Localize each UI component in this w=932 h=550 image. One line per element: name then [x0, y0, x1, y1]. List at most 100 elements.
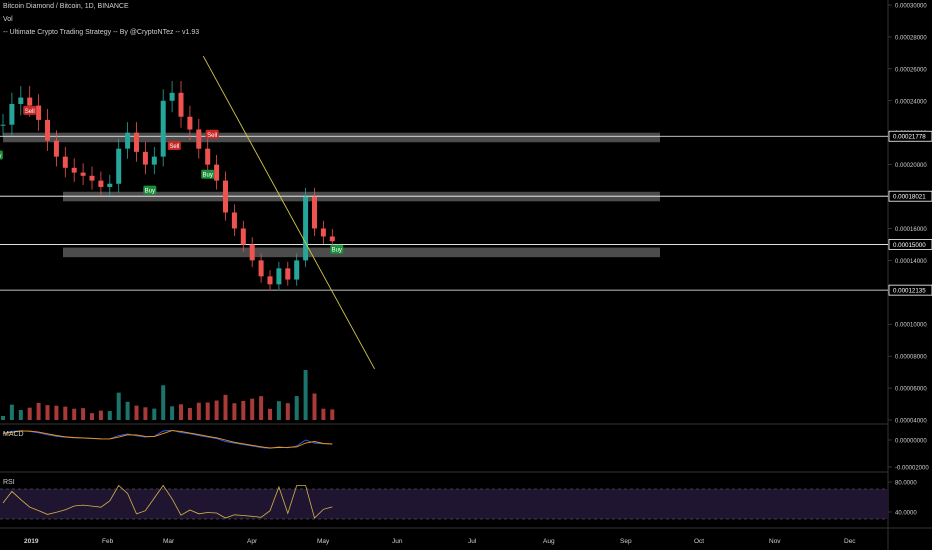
time-tick-label: Sep: [620, 538, 632, 545]
volume-bar: [303, 370, 308, 420]
candle-body: [71, 167, 77, 173]
price-tag-label: 0.00018021: [893, 194, 926, 201]
candle-body: [18, 97, 24, 104]
candle-body: [258, 260, 264, 277]
volume-bar: [63, 406, 68, 420]
candle-body: [36, 105, 42, 120]
volume-bar: [250, 398, 255, 420]
price-tick-label: 0.00010000: [895, 323, 927, 329]
time-tick-label: 2019: [24, 538, 39, 545]
volume-bar: [143, 407, 148, 420]
price-axis[interactable]: 0.00030000 0.00028000 0.00026000 0.00024000…: [888, 4, 932, 517]
price-tick-label: 0.00006000: [895, 387, 927, 393]
candles: [0, 81, 335, 291]
price-tick-label: 0.00026000: [895, 67, 927, 73]
price-tick-label: 0.00020000: [895, 163, 927, 169]
volume-bar: [223, 394, 228, 420]
horizontal-levels: [0, 135, 888, 291]
chart-window: { "header": { "symbol_line": "Bitcoin Di…: [0, 0, 932, 550]
volume-bars: [1, 370, 335, 420]
candle-body: [89, 175, 95, 181]
volume-bar: [161, 385, 166, 420]
candle-body: [116, 148, 122, 184]
macd-line: [2, 429, 333, 449]
signal-label: Buy: [203, 173, 213, 179]
candle-body: [142, 151, 148, 165]
volume-bar: [214, 400, 219, 420]
zone: [63, 247, 660, 258]
candle-body: [62, 156, 68, 168]
volume-bar: [125, 401, 130, 420]
price-tick-label: 0.00004000: [895, 419, 927, 425]
candle-body: [80, 172, 86, 176]
candle-body: [249, 244, 255, 261]
signal-label: Sell: [169, 144, 179, 150]
signal-label: Sell: [25, 109, 35, 115]
price-tick-label: 0.00016000: [895, 227, 927, 233]
volume-bar: [268, 408, 272, 420]
price-tag-label: 0.00012135: [893, 288, 926, 295]
volume-bar: [276, 401, 281, 420]
candle-body: [196, 129, 202, 149]
volume-bar: [72, 408, 77, 420]
rsi-band: [0, 489, 888, 519]
candle-body: [294, 260, 300, 280]
volume-bar: [90, 413, 94, 420]
candle-body: [240, 228, 246, 245]
volume-bar: [152, 408, 157, 420]
price-tag-label: 0.00015000: [893, 242, 926, 249]
price-tick-label: 0.00008000: [895, 355, 927, 361]
time-tick-label: May: [317, 538, 330, 545]
volume-bar: [259, 396, 264, 420]
trendline[interactable]: [202, 55, 375, 370]
candle-body: [276, 268, 282, 285]
signal-label: Buy: [145, 189, 155, 195]
price-tick-label: 0.00014000: [895, 259, 927, 265]
volume-bar: [9, 404, 14, 420]
rsi-tick-label: 80.0000: [895, 481, 917, 487]
chart-canvas[interactable]: SellSellSellBuyBuyBuyBuy 0.000300000.000…: [0, 0, 932, 550]
macd-label: MACD: [3, 431, 24, 438]
time-tick-label: Oct: [694, 538, 704, 545]
signal-line: [2, 430, 333, 449]
time-tick-label: Jun: [392, 538, 403, 545]
candle-body: [169, 92, 175, 101]
candle-body: [223, 180, 228, 213]
volume-bar: [285, 403, 290, 420]
time-tick-label: Jul: [468, 538, 477, 545]
volume-bar: [107, 411, 112, 420]
signals: Sell Sell Sell Buy Buy Buy Buy: [0, 105, 344, 254]
candle-body: [285, 268, 291, 280]
candle-body: [178, 92, 184, 117]
volume-bar: [179, 404, 183, 420]
volume-bar: [54, 405, 59, 420]
candle-body: [0, 124, 6, 126]
macd-tick-label: -0.00002000: [895, 466, 929, 472]
volume-bar: [321, 408, 326, 420]
volume-bar: [312, 393, 317, 420]
signal-label: Buy: [0, 154, 1, 160]
volume-bar: [1, 416, 5, 420]
volume-bar: [18, 410, 23, 420]
candle-body: [205, 148, 211, 165]
volume-label: Vol: [3, 16, 13, 23]
candle-body: [312, 196, 317, 229]
time-axis[interactable]: 2019 Feb Mar Apr May Jun Jul Aug Sep Oct Nov Dec: [24, 538, 856, 545]
volume-bar: [98, 410, 103, 420]
candle-body: [214, 164, 220, 181]
volume-bar: [116, 392, 121, 420]
time-tick-label: Dec: [844, 538, 856, 545]
candle-body: [267, 276, 273, 285]
volume-bar: [187, 408, 192, 420]
candle-body: [53, 140, 59, 157]
candle-body: [231, 212, 237, 229]
volume-bar: [45, 405, 50, 420]
volume-bar: [196, 402, 201, 420]
candle-body: [9, 103, 15, 125]
volume-bar: [205, 402, 210, 420]
volume-bar: [294, 396, 299, 420]
price-tick-label: 0.00024000: [895, 99, 927, 105]
volume-bar: [36, 402, 41, 420]
price-tag-label: 0.00021778: [893, 134, 926, 141]
time-tick-label: Feb: [102, 538, 114, 545]
